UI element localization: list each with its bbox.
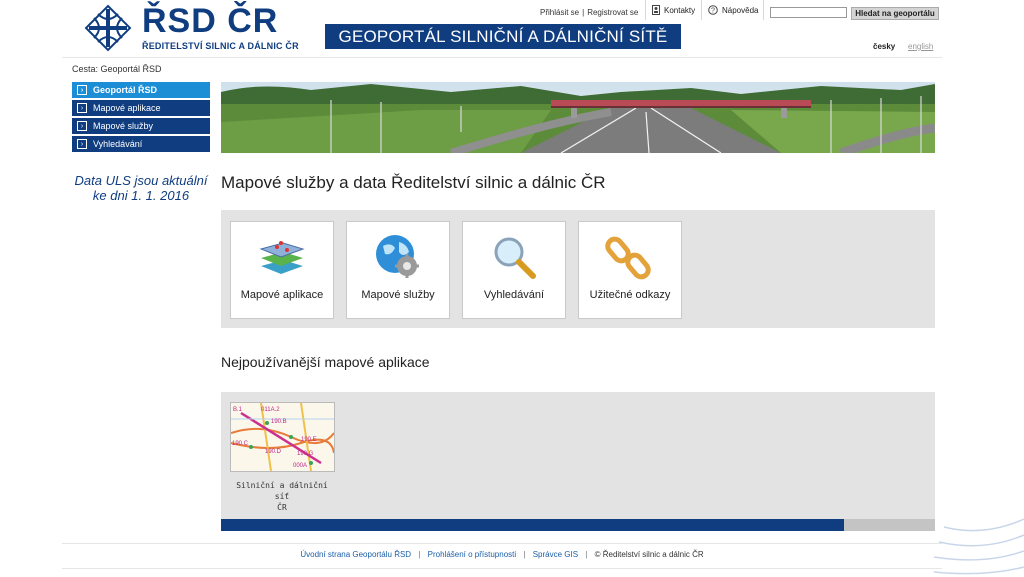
sidebar-item-label: Geoportál ŘSD [93, 85, 158, 95]
register-link[interactable]: Registrovat se [587, 8, 638, 17]
link-separator: | [582, 7, 585, 17]
map-layers-icon [259, 241, 305, 274]
footer-link-home[interactable]: Úvodní strana Geoportálu ŘSD [300, 550, 411, 559]
lang-czech[interactable]: česky [873, 42, 895, 51]
globe-gear-icon [376, 235, 419, 278]
magnifier-icon [494, 237, 536, 279]
footer-copyright: © Ředitelství silnic a dálnic ČR [594, 550, 704, 559]
footer: Úvodní strana Geoportálu ŘSD | Prohlášen… [62, 550, 942, 559]
logo-subtitle: ŘEDITELSTVÍ SILNIC A DÁLNIC ČR [142, 41, 299, 51]
notice-line: Data ULS jsou aktuální [74, 173, 208, 188]
chevron-right-icon: › [77, 139, 87, 149]
divider [701, 0, 702, 20]
sidebar-item-map-services[interactable]: › Mapové služby [72, 118, 210, 134]
app-label-line: Silniční a dálniční síť [236, 481, 328, 501]
sidebar-item-map-apps[interactable]: › Mapové aplikace [72, 100, 210, 116]
tile-label: Užitečné odkazy [589, 289, 671, 301]
chevron-right-icon: › [77, 103, 87, 113]
thumb-label: 190.D [265, 449, 282, 455]
app-label-line: ČR [277, 503, 287, 512]
thumb-label: 011A.2 [261, 407, 280, 413]
svg-text:?: ? [711, 8, 715, 15]
breadcrumb: Cesta: Geoportál ŘSD [72, 64, 162, 74]
thumb-label: 190.B [271, 419, 287, 425]
help-label: Nápověda [722, 5, 759, 15]
help-link[interactable]: ? Nápověda [708, 5, 758, 15]
page-title-banner: GEOPORTÁL SILNIČNÍ A DÁLNIČNÍ SÍTĚ ČR [325, 24, 681, 71]
apps-heading: Nejpoužívanější mapové aplikace [221, 354, 430, 370]
contacts-label: Kontakty [664, 5, 696, 15]
app-link-road-network[interactable]: Silniční a dálniční síť ČR [228, 480, 336, 513]
divider [645, 0, 646, 20]
tile-label: Vyhledávání [483, 289, 545, 301]
sidebar-item-geoportal[interactable]: › Geoportál ŘSD [72, 82, 210, 98]
sidebar-item-label: Mapové aplikace [93, 103, 161, 113]
footer-divider [62, 543, 942, 544]
apps-scrollbar-end[interactable] [844, 519, 935, 531]
decorative-corner-lines [934, 518, 1024, 575]
logo-title: ŘSD ČR [142, 2, 279, 40]
search-input[interactable] [770, 7, 847, 18]
link-separator: | [585, 550, 588, 559]
notice-line: ke dni 1. 1. 2016 [92, 188, 190, 203]
link-separator: | [418, 550, 421, 559]
tile-map-apps[interactable]: Mapové aplikace [230, 221, 334, 319]
tile-map-services[interactable]: Mapové služby [346, 221, 450, 319]
sidebar-item-label: Mapové služby [93, 121, 154, 131]
lang-english[interactable]: english [908, 42, 933, 51]
footer-bottom-divider [62, 568, 942, 569]
tile-useful-links[interactable]: Užitečné odkazy [578, 221, 682, 319]
highway-hero-image [221, 82, 935, 153]
thumb-label: 190.G [297, 451, 314, 457]
header-divider [62, 57, 942, 58]
section-heading: Mapové služby a data Ředitelství silnic … [221, 173, 606, 192]
footer-link-gis-admin[interactable]: Správce GIS [533, 550, 578, 559]
chevron-right-icon: › [77, 121, 87, 131]
tile-label: Mapové služby [361, 289, 435, 301]
road-network-thumbnail[interactable]: B.1 011A.2 190.B 190.C 190.E 190.D 190.G… [230, 402, 335, 472]
data-notice: Data ULS jsou aktuální ke dni 1. 1. 2016 [72, 173, 210, 203]
thumb-label: 190.E [301, 437, 317, 443]
contacts-icon [652, 5, 660, 15]
thumb-label: B.1 [233, 407, 243, 413]
contacts-link[interactable]: Kontakty [652, 5, 695, 15]
tile-label: Mapové aplikace [240, 289, 324, 301]
link-separator: | [523, 550, 526, 559]
auth-links: Přihlásit se | Registrovat se [540, 6, 638, 18]
chain-link-icon [605, 236, 651, 280]
footer-link-accessibility[interactable]: Prohlášení o přístupnosti [428, 550, 517, 559]
login-link[interactable]: Přihlásit se [540, 8, 579, 17]
search-button[interactable]: Hledat na geoportálu [851, 7, 939, 20]
thumb-label: 190.C [232, 441, 249, 447]
sidebar-item-search[interactable]: › Vyhledávání [72, 136, 210, 152]
chevron-right-icon: › [77, 85, 87, 95]
apps-scrollbar-track[interactable] [221, 519, 844, 531]
thumb-label: 000A [293, 463, 307, 469]
help-icon: ? [708, 5, 718, 15]
divider [763, 0, 764, 20]
tile-search[interactable]: Vyhledávání [462, 221, 566, 319]
sidebar-item-label: Vyhledávání [93, 139, 143, 149]
